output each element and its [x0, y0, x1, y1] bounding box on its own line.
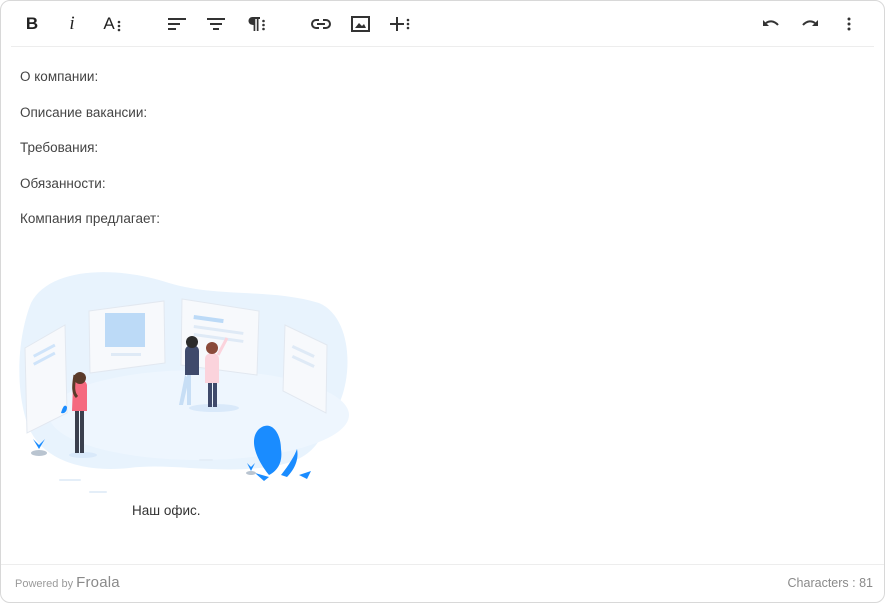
more-vertical-icon [847, 17, 851, 31]
link-icon [311, 19, 331, 29]
insert-image-button[interactable] [345, 9, 375, 39]
redo-icon [802, 20, 818, 26]
office-illustration-image [19, 272, 349, 493]
rich-text-editor: B i A О компании: Описание вакансии: Тре… [0, 0, 885, 603]
italic-button[interactable]: i [57, 9, 87, 39]
paragraph-icon [248, 17, 265, 31]
character-counter: Characters : 81 [787, 576, 873, 590]
paragraph-requirements[interactable]: Требования: [20, 130, 860, 166]
editor-toolbar: B i A [1, 1, 884, 47]
font-size-button[interactable]: A [97, 9, 127, 39]
align-center-button[interactable] [201, 9, 231, 39]
align-center-icon [207, 18, 225, 30]
office-illustration[interactable] [19, 263, 349, 525]
plus-icon [390, 17, 410, 31]
undo-button[interactable] [756, 9, 786, 39]
toolbar-divider [11, 46, 874, 47]
align-left-icon [168, 18, 186, 30]
paragraph-format-button[interactable] [241, 9, 271, 39]
powered-by[interactable]: Powered by Froala [15, 574, 120, 591]
paragraph-responsibilities[interactable]: Обязанности: [20, 166, 860, 202]
redo-button[interactable] [795, 9, 825, 39]
dropdown-dots-icon [117, 20, 120, 32]
font-size-icon: A [103, 14, 115, 33]
bold-icon: B [25, 14, 39, 33]
footer-divider [1, 564, 884, 565]
insert-link-button[interactable] [306, 9, 336, 39]
image-caption: Наш офис. [132, 503, 201, 518]
editor-content[interactable]: О компании: Описание вакансии: Требовани… [20, 59, 860, 237]
image-icon [350, 16, 370, 32]
paragraph-about-company[interactable]: О компании: [20, 59, 860, 95]
align-left-button[interactable] [162, 9, 192, 39]
more-options-button[interactable] [834, 9, 864, 39]
bold-button[interactable]: B [17, 9, 47, 39]
paragraph-company-offers[interactable]: Компания предлагает: [20, 201, 860, 237]
italic-icon: i [69, 13, 75, 34]
undo-icon [763, 20, 779, 26]
powered-by-label: Powered by [15, 578, 74, 590]
paragraph-vacancy-description[interactable]: Описание вакансии: [20, 95, 860, 131]
froala-logo: Froala [76, 574, 120, 591]
insert-more-button[interactable] [385, 9, 415, 39]
